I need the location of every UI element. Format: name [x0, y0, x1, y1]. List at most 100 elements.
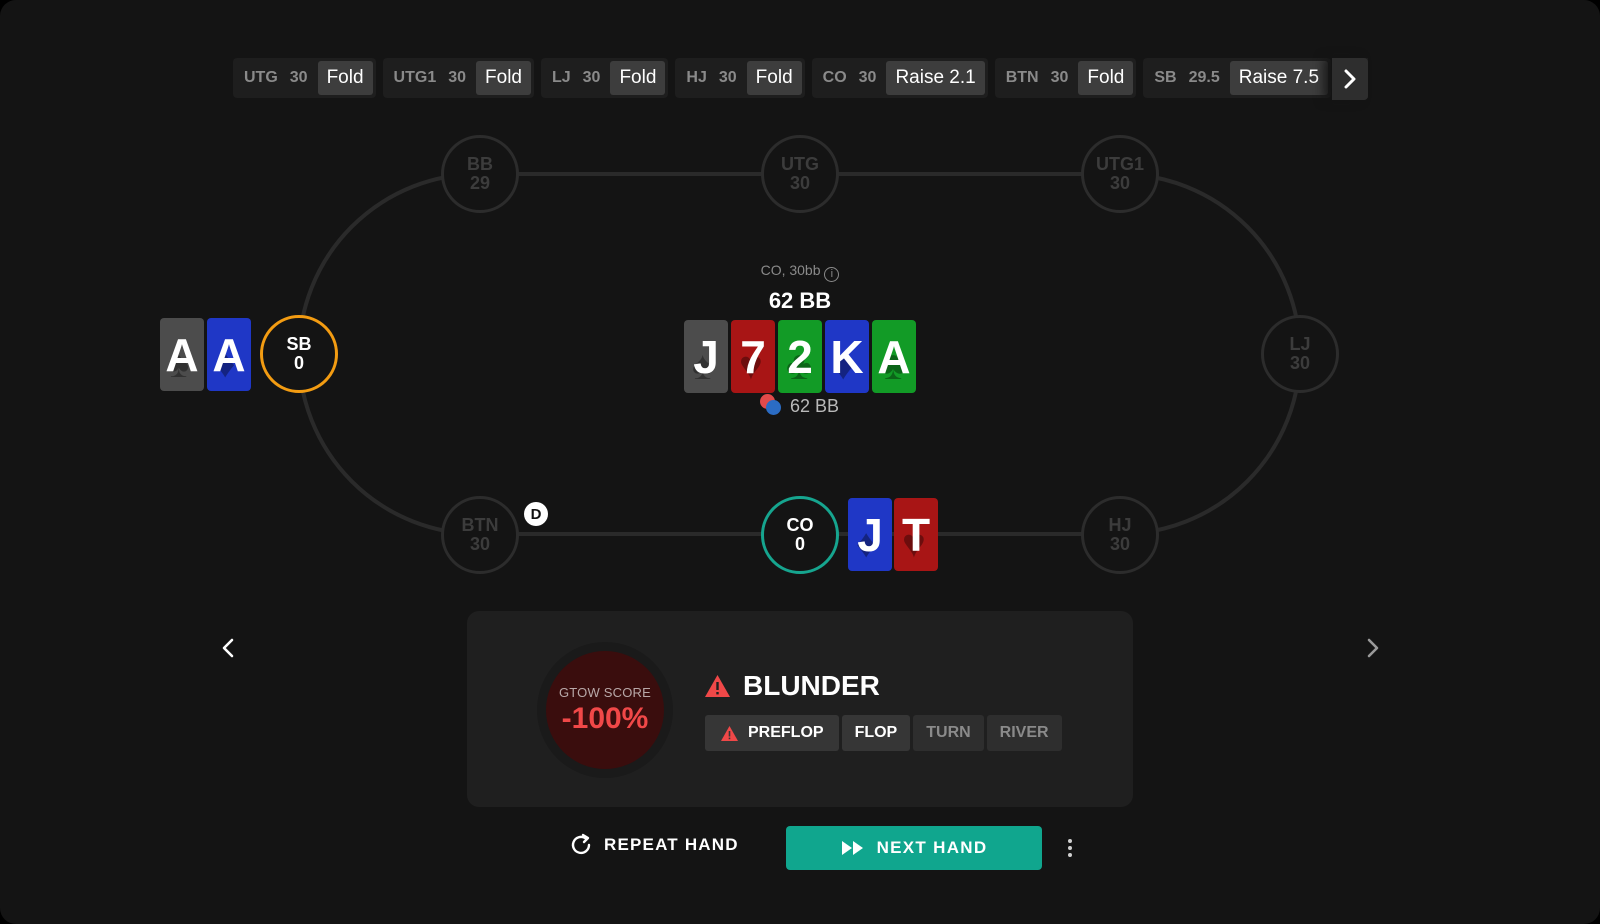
sb-hole-card-2: ♦ A: [207, 318, 251, 391]
gtow-score-gauge: GTOW SCORE -100%: [537, 642, 673, 778]
co-hole-card-2: ♥ T: [894, 498, 938, 571]
sb-hole-card-1: ♠ A: [160, 318, 204, 391]
action-btn[interactable]: BTN 30 Fold: [994, 58, 1137, 98]
action-label: Fold: [476, 61, 531, 95]
card-rank: K: [830, 330, 864, 383]
card-rank: A: [212, 328, 246, 381]
action-label: Raise 7.5: [1229, 61, 1329, 95]
tab-label: TURN: [926, 724, 971, 741]
seat-utg: UTG 30: [761, 135, 839, 213]
pot-total: 62 BB: [768, 288, 832, 313]
repeat-hand-button[interactable]: REPEAT HAND: [568, 832, 739, 858]
tab-preflop[interactable]: PREFLOP: [705, 715, 839, 751]
gauge-inner: GTOW SCORE -100%: [546, 651, 664, 769]
seat-position: LJ: [1289, 334, 1311, 354]
card-rank: J: [857, 508, 883, 561]
pot-chips-amount: 62 BB: [790, 395, 840, 416]
action-lj[interactable]: LJ 30 Fold: [540, 58, 669, 98]
seat-stack: 30: [789, 173, 811, 193]
seat-stack: 30: [1289, 353, 1311, 373]
seat-stack: 30: [469, 534, 491, 554]
score-value: -100%: [561, 701, 649, 735]
seat-position: HJ: [1108, 515, 1132, 535]
next-hand-arrow-icon[interactable]: [1360, 636, 1384, 660]
seat-position: UTG1: [1095, 154, 1144, 174]
action-position: LJ: [551, 69, 571, 86]
repeat-icon: [571, 833, 591, 855]
tab-label: RIVER: [999, 724, 1049, 741]
board-card-4: ♦ K: [825, 320, 869, 393]
warning-triangle-icon: [721, 725, 738, 741]
action-hj[interactable]: HJ 30 Fold: [675, 58, 805, 98]
card-rank: 2: [787, 330, 813, 383]
card-rank: A: [165, 328, 199, 381]
action-utg1[interactable]: UTG1 30 Fold: [382, 58, 534, 98]
action-stack: 30: [1050, 69, 1069, 86]
action-position: BTN: [1005, 69, 1039, 86]
action-co[interactable]: CO 30 Raise 2.1: [811, 58, 988, 98]
card-rank: 7: [740, 330, 766, 383]
action-label: Fold: [746, 61, 802, 95]
seat-lj: LJ 30: [1261, 315, 1339, 393]
tab-river[interactable]: RIVER: [986, 715, 1062, 751]
chips-icon: [760, 394, 784, 418]
fast-forward-icon: [841, 841, 863, 855]
seat-stack: 30: [1109, 173, 1131, 193]
tab-turn[interactable]: TURN: [913, 715, 984, 751]
seat-btn: BTN 30: [441, 496, 519, 574]
pot-context: CO, 30bb i: [700, 262, 900, 282]
tab-label: FLOP: [854, 724, 898, 741]
board-card-1: ♠ J: [684, 320, 728, 393]
action-label: Fold: [1078, 61, 1134, 95]
seat-utg1: UTG1 30: [1081, 135, 1159, 213]
seat-stack: 0: [293, 353, 304, 373]
verdict-text: BLUNDER: [743, 670, 880, 701]
seat-stack: 29: [469, 173, 491, 193]
action-history-bar: UTG 30 Fold UTG1 30 Fold LJ 30 Fold HJ 30 Fold C…: [233, 58, 1368, 100]
seat-position: UTG: [781, 154, 819, 174]
seat-hj: HJ 30: [1081, 496, 1159, 574]
action-position: UTG: [244, 69, 278, 86]
seat-position: CO: [786, 515, 814, 535]
seat-sb: SB 0: [260, 315, 338, 393]
action-label: Fold: [610, 61, 666, 95]
action-position: UTG1: [393, 69, 437, 86]
previous-hand-arrow-icon[interactable]: [217, 636, 241, 660]
verdict: BLUNDER: [704, 670, 880, 702]
card-rank: J: [693, 330, 719, 383]
tab-label: PREFLOP: [748, 724, 824, 741]
action-stack: 29.5: [1188, 69, 1220, 86]
action-position: HJ: [686, 69, 707, 86]
seat-position: SB: [286, 334, 312, 354]
street-tabs: PREFLOP FLOP TURN RIVER: [705, 715, 1062, 751]
pot-chips: 62 BB: [760, 394, 839, 418]
repeat-hand-label: REPEAT HAND: [604, 835, 739, 854]
info-icon[interactable]: i: [824, 267, 840, 282]
seat-position: BTN: [461, 515, 499, 535]
more-options-icon[interactable]: [1064, 836, 1076, 860]
board-card-2: ♥ 7: [731, 320, 775, 393]
tab-flop[interactable]: FLOP: [841, 715, 911, 751]
chevron-right-icon: [1344, 69, 1356, 89]
action-label: Raise 2.1: [886, 61, 985, 95]
warning-triangle-icon: [705, 675, 730, 697]
app-window: UTG 30 Fold UTG1 30 Fold LJ 30 Fold HJ 30 Fold C…: [0, 0, 1600, 924]
action-stack: 30: [858, 69, 877, 86]
action-label: Fold: [317, 61, 373, 95]
seat-stack: 30: [1109, 534, 1131, 554]
score-label: GTOW SCORE: [558, 684, 652, 700]
action-stack: 30: [718, 69, 737, 86]
next-hand-button[interactable]: NEXT HAND: [786, 826, 1042, 870]
action-bar-next-button[interactable]: [1332, 58, 1368, 100]
next-hand-label: NEXT HAND: [876, 838, 988, 857]
action-position: CO: [822, 69, 847, 86]
dealer-button: D: [524, 502, 548, 526]
action-sb[interactable]: SB 29.5 Raise 7.5: [1143, 58, 1332, 98]
seat-stack: 0: [794, 534, 805, 554]
action-utg[interactable]: UTG 30 Fold: [233, 58, 376, 98]
action-stack: 30: [582, 69, 601, 86]
action-stack: 30: [448, 69, 467, 86]
board-card-3: ♣ 2: [778, 320, 822, 393]
card-rank: T: [901, 508, 931, 561]
action-stack: 30: [289, 69, 308, 86]
